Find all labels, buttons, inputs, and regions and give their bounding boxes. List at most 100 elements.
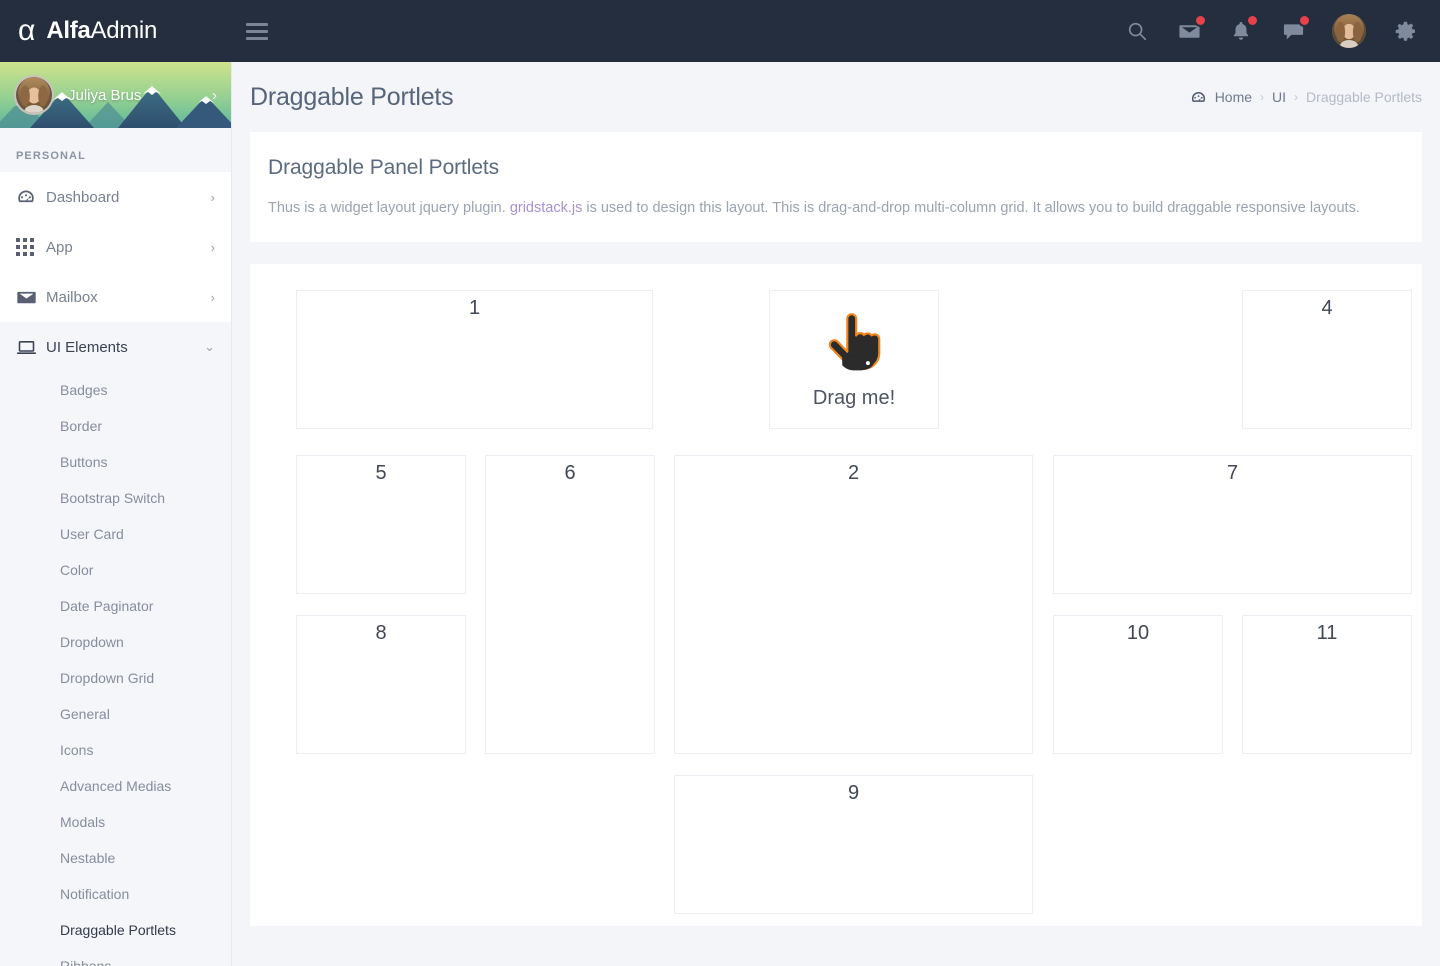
portlet-tile-label: 10 bbox=[1127, 622, 1149, 645]
portlet-tile[interactable]: 6 bbox=[485, 455, 655, 754]
chevron-right-icon: › bbox=[212, 87, 217, 104]
brand-title-bold: Alfa bbox=[46, 17, 90, 44]
sidebar-item-label: UI Elements bbox=[46, 339, 204, 356]
pointing-hand-icon bbox=[821, 309, 887, 375]
portlet-tile[interactable]: 8 bbox=[296, 615, 466, 754]
brand-logo[interactable]: α AlfaAdmin bbox=[0, 0, 232, 62]
sidebar-subitem-advanced-medias[interactable]: Advanced Medias bbox=[0, 768, 231, 804]
portlet-tile-label: 5 bbox=[375, 462, 386, 485]
topbar-actions bbox=[1124, 14, 1440, 48]
sidebar-item-mailbox[interactable]: Mailbox › bbox=[0, 272, 231, 322]
hamburger-line bbox=[246, 30, 268, 33]
panel-description: Thus is a widget layout jquery plugin. g… bbox=[268, 198, 1404, 220]
breadcrumb-current: Draggable Portlets bbox=[1306, 89, 1422, 105]
laptop-icon bbox=[16, 337, 46, 358]
sidebar-avatar-image bbox=[16, 77, 52, 113]
panel-title: Draggable Panel Portlets bbox=[268, 156, 1404, 180]
portlet-tile[interactable]: 11 bbox=[1242, 615, 1412, 754]
sidebar-item-ui-elements[interactable]: UI Elements ⌄ bbox=[0, 322, 231, 372]
grid-icon bbox=[16, 238, 46, 256]
sidebar-subitem-badges[interactable]: Badges bbox=[0, 372, 231, 408]
portlet-tile[interactable]: 1 bbox=[296, 290, 653, 429]
chat-badge bbox=[1298, 14, 1311, 27]
gear-icon[interactable] bbox=[1392, 18, 1418, 44]
portlet-tile[interactable]: 2 bbox=[674, 455, 1033, 754]
portlet-tile-label: 11 bbox=[1317, 622, 1338, 645]
sidebar-submenu-ui-elements: Badges Border Buttons Bootstrap Switch U… bbox=[0, 372, 231, 966]
panel-description-after: is used to design this layout. This is d… bbox=[582, 200, 1360, 216]
portlet-tile-label: 1 bbox=[469, 297, 480, 320]
sidebar-item-label: Mailbox bbox=[46, 289, 211, 306]
sidebar: Juliya Brus › PERSONAL Dashboard › App › bbox=[0, 62, 232, 966]
menu-toggle-button[interactable] bbox=[246, 20, 272, 42]
sidebar-item-dashboard[interactable]: Dashboard › bbox=[0, 172, 231, 222]
chevron-right-icon: › bbox=[211, 190, 215, 205]
mail-badge bbox=[1194, 14, 1207, 27]
sidebar-subitem-border[interactable]: Border bbox=[0, 408, 231, 444]
portlet-tile[interactable]: 7 bbox=[1053, 455, 1412, 594]
bell-icon[interactable] bbox=[1228, 18, 1254, 44]
portlet-tile-label: 7 bbox=[1227, 462, 1238, 485]
brand-title: AlfaAdmin bbox=[46, 17, 157, 45]
sidebar-section-title: PERSONAL bbox=[0, 128, 231, 172]
chevron-right-icon: › bbox=[211, 290, 215, 305]
portlet-tile[interactable]: 5 bbox=[296, 455, 466, 594]
main-content: Draggable Portlets Home › UI › Draggable… bbox=[232, 62, 1440, 966]
sidebar-item-label: App bbox=[46, 239, 211, 256]
breadcrumb-ui[interactable]: UI bbox=[1272, 89, 1286, 105]
gridstack-link[interactable]: gridstack.js bbox=[510, 200, 583, 216]
page-header: Draggable Portlets Home › UI › Draggable… bbox=[232, 62, 1440, 132]
top-navigation-bar: α AlfaAdmin bbox=[0, 0, 1440, 62]
portlet-tile-label: 6 bbox=[564, 462, 575, 485]
breadcrumb-home[interactable]: Home bbox=[1215, 89, 1252, 105]
chevron-right-icon: › bbox=[211, 240, 215, 255]
sidebar-subitem-dropdown-grid[interactable]: Dropdown Grid bbox=[0, 660, 231, 696]
portlet-tile-label: 2 bbox=[848, 462, 859, 485]
bell-badge bbox=[1246, 14, 1259, 27]
sidebar-subitem-ribbons[interactable]: Ribbons bbox=[0, 948, 231, 966]
portlet-tile-label: 9 bbox=[848, 782, 859, 805]
speedometer-icon bbox=[16, 187, 46, 207]
sidebar-profile-name: Juliya Brus bbox=[68, 87, 141, 104]
sidebar-subitem-modals[interactable]: Modals bbox=[0, 804, 231, 840]
sidebar-subitem-date-paginator[interactable]: Date Paginator bbox=[0, 588, 231, 624]
panel-info-card: Draggable Panel Portlets Thus is a widge… bbox=[250, 132, 1422, 242]
brand-title-light: Admin bbox=[90, 17, 157, 44]
sidebar-subitem-user-card[interactable]: User Card bbox=[0, 516, 231, 552]
sidebar-subitem-notification[interactable]: Notification bbox=[0, 876, 231, 912]
portlet-tile[interactable]: 9 bbox=[674, 775, 1033, 914]
sidebar-subitem-icons[interactable]: Icons bbox=[0, 732, 231, 768]
breadcrumb: Home › UI › Draggable Portlets bbox=[1190, 89, 1422, 106]
portlet-tile[interactable]: 4 bbox=[1242, 290, 1412, 429]
sidebar-subitem-dropdown[interactable]: Dropdown bbox=[0, 624, 231, 660]
sidebar-subitem-nestable[interactable]: Nestable bbox=[0, 840, 231, 876]
sidebar-subitem-general[interactable]: General bbox=[0, 696, 231, 732]
sidebar-item-label: Dashboard bbox=[46, 189, 211, 206]
sidebar-item-app[interactable]: App › bbox=[0, 222, 231, 272]
mail-icon[interactable] bbox=[1176, 18, 1202, 44]
chat-icon[interactable] bbox=[1280, 18, 1306, 44]
portlet-grid-card: Drag me! 1 4 5 6 2 7 8 10 11 9 bbox=[250, 264, 1422, 926]
hamburger-line bbox=[246, 23, 268, 26]
hamburger-line bbox=[246, 37, 268, 40]
search-icon[interactable] bbox=[1124, 18, 1150, 44]
chevron-down-icon: ⌄ bbox=[204, 339, 215, 355]
sidebar-subitem-buttons[interactable]: Buttons bbox=[0, 444, 231, 480]
sidebar-profile-banner[interactable]: Juliya Brus › bbox=[0, 62, 231, 128]
portlet-grid: Drag me! 1 4 5 6 2 7 8 10 11 9 bbox=[268, 290, 1404, 900]
sidebar-subitem-color[interactable]: Color bbox=[0, 552, 231, 588]
portlet-tile[interactable]: 10 bbox=[1053, 615, 1223, 754]
breadcrumb-separator: › bbox=[1294, 90, 1298, 104]
portlet-tile-label: 8 bbox=[375, 622, 386, 645]
speedometer-icon bbox=[1190, 89, 1207, 106]
breadcrumb-separator: › bbox=[1260, 90, 1264, 104]
sidebar-subitem-draggable-portlets[interactable]: Draggable Portlets bbox=[0, 912, 231, 948]
alpha-logo-icon: α bbox=[18, 16, 34, 46]
sidebar-avatar bbox=[14, 75, 54, 115]
envelope-icon bbox=[16, 287, 46, 308]
portlet-tile-label: 4 bbox=[1321, 297, 1332, 320]
portlet-drag-me[interactable]: Drag me! bbox=[769, 290, 939, 429]
sidebar-subitem-bootstrap-switch[interactable]: Bootstrap Switch bbox=[0, 480, 231, 516]
panel-description-before: Thus is a widget layout jquery plugin. bbox=[268, 200, 510, 216]
user-avatar[interactable] bbox=[1332, 14, 1366, 48]
